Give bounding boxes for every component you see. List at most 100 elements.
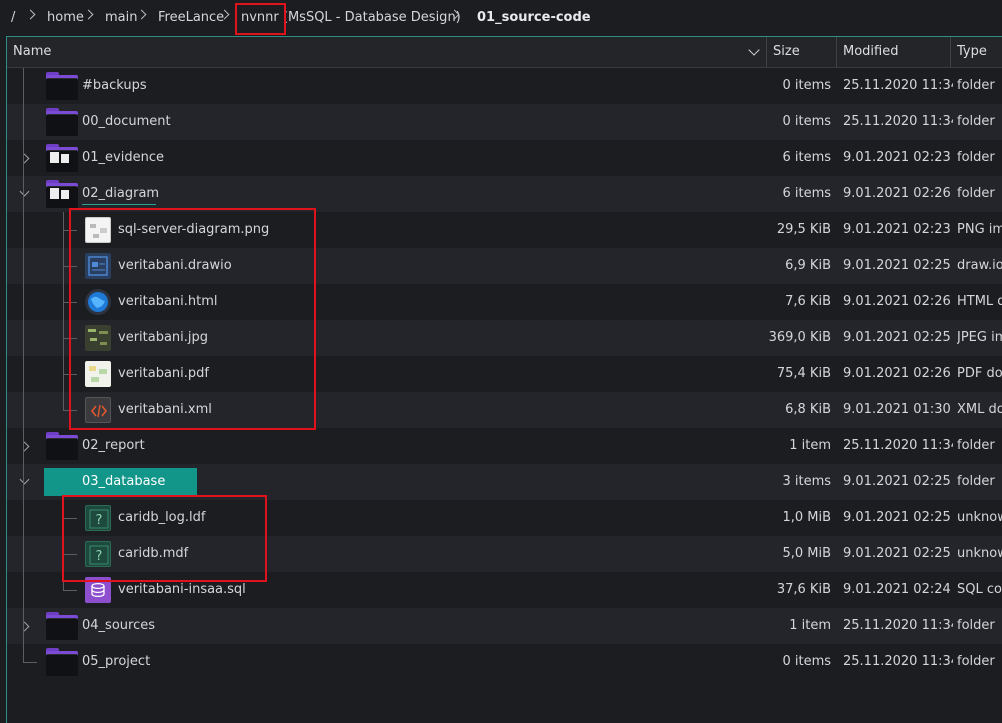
table-header: Name Size Modified Type (7, 37, 1002, 68)
folder-icon (46, 612, 78, 640)
file-type: folder (957, 78, 995, 93)
file-type: unknown (957, 510, 1002, 525)
file-modified: 9.01.2021 02:26 (843, 366, 951, 381)
file-size: 3 items (782, 474, 831, 489)
file-modified: 9.01.2021 02:26 (843, 294, 951, 309)
file-size: 7,6 KiB (785, 294, 831, 309)
file-type: PNG image (957, 222, 1002, 237)
file-type: folder (957, 654, 995, 669)
breadcrumb-main[interactable]: main (105, 10, 137, 25)
file-type: XML document (957, 402, 1002, 417)
file-size: 6,8 KiB (785, 402, 831, 417)
file-name[interactable]: 05_project (82, 644, 150, 680)
file-modified: 25.11.2020 11:34 (843, 654, 953, 669)
file-type: draw.io diagram (957, 258, 1002, 273)
tree-guide (23, 662, 37, 663)
file-size: 0 items (782, 78, 831, 93)
file-modified: 9.01.2021 02:25 (843, 258, 951, 273)
file-size: 1 item (789, 618, 831, 633)
file-size: 1,0 MiB (782, 510, 831, 525)
table-row[interactable]: 00_document 0 items 25.11.2020 11:34 folder (7, 104, 1002, 140)
file-size: 5,0 MiB (782, 546, 831, 561)
file-size: 0 items (782, 114, 831, 129)
column-header-name-label: Name (13, 44, 52, 59)
column-header-name[interactable]: Name (7, 37, 767, 67)
file-type: PDF document (957, 366, 1002, 381)
table-row[interactable]: #backups 0 items 25.11.2020 11:34 folder (7, 68, 1002, 104)
column-header-modified[interactable]: Modified (837, 37, 951, 67)
chevron-down-icon[interactable] (19, 474, 30, 485)
tree-guide (23, 68, 24, 662)
file-modified: 9.01.2021 02:26 (843, 186, 951, 201)
file-size: 0 items (782, 654, 831, 669)
file-modified: 9.01.2021 02:23 (843, 150, 951, 165)
chevron-right-icon[interactable] (19, 441, 30, 452)
chevron-right-icon[interactable] (19, 153, 30, 164)
file-modified: 25.11.2020 11:34 (843, 114, 953, 129)
file-modified: 9.01.2021 01:30 (843, 402, 951, 417)
table-row[interactable]: 01_evidence 6 items 9.01.2021 02:23 folder (7, 140, 1002, 176)
file-modified: 9.01.2021 02:25 (843, 546, 951, 561)
file-size: 29,5 KiB (776, 222, 831, 237)
file-type: unknown (957, 546, 1002, 561)
file-type: folder (957, 150, 995, 165)
column-header-type[interactable]: Type (951, 37, 1002, 67)
file-type: folder (957, 186, 995, 201)
file-size: 6 items (782, 186, 831, 201)
file-modified: 9.01.2021 02:25 (843, 474, 951, 489)
focus-underline (82, 204, 156, 205)
file-size: 369,0 KiB (768, 330, 831, 345)
file-size: 75,4 KiB (776, 366, 831, 381)
folder-icon (46, 72, 78, 100)
file-type: folder (957, 618, 995, 633)
file-modified: 9.01.2021 02:25 (843, 330, 951, 345)
folder-icon (46, 648, 78, 676)
breadcrumb-home[interactable]: home (47, 10, 84, 25)
file-size: 1 item (789, 438, 831, 453)
file-name[interactable]: #backups (82, 68, 147, 104)
file-modified: 25.11.2020 11:34 (843, 618, 953, 633)
chevron-down-icon[interactable] (19, 186, 30, 197)
table-row[interactable]: 02_diagram 6 items 9.01.2021 02:26 folder (7, 176, 1002, 212)
tree-guide (63, 212, 64, 410)
file-size: 6,9 KiB (785, 258, 831, 273)
file-name[interactable]: 01_evidence (82, 140, 164, 176)
file-name[interactable]: 02_diagram (82, 176, 159, 212)
chevron-right-icon (136, 9, 147, 20)
breadcrumb-root[interactable]: / (11, 10, 15, 25)
breadcrumb-current[interactable]: 01_source-code (477, 10, 591, 25)
folder-icon (46, 180, 78, 208)
chevron-right-icon (25, 9, 36, 20)
file-name[interactable]: 00_document (82, 104, 171, 140)
table-row[interactable]: 02_report 1 item 25.11.2020 11:34 folder (7, 428, 1002, 464)
file-size: 37,6 KiB (776, 582, 831, 597)
column-header-size[interactable]: Size (767, 37, 837, 67)
file-type: JPEG image (957, 330, 1002, 345)
chevron-right-icon (83, 9, 94, 20)
folder-icon (46, 108, 78, 136)
breadcrumb: / home main FreeLance nvnnr (MsSQL - Dat… (0, 0, 1002, 36)
breadcrumb-freelance[interactable]: FreeLance (158, 10, 224, 25)
file-name[interactable]: 04_sources (82, 608, 155, 644)
file-modified: 9.01.2021 02:25 (843, 510, 951, 525)
file-size: 6 items (782, 150, 831, 165)
table-row[interactable]: 05_project 0 items 25.11.2020 11:34 folder (7, 644, 1002, 680)
file-modified: 9.01.2021 02:24 (843, 582, 951, 597)
file-type: folder (957, 438, 995, 453)
tree-guide (63, 590, 77, 591)
file-type: folder (957, 114, 995, 129)
chevron-down-icon[interactable] (748, 44, 760, 56)
folder-icon (46, 432, 78, 460)
folder-icon (46, 144, 78, 172)
file-name[interactable]: 02_report (82, 428, 145, 464)
annotation-box-diagram-files (69, 208, 316, 430)
file-type: SQL code (957, 582, 1002, 597)
file-type: folder (957, 474, 995, 489)
file-type: HTML document (957, 294, 1002, 309)
table-row[interactable]: 04_sources 1 item 25.11.2020 11:34 folder (7, 608, 1002, 644)
file-modified: 25.11.2020 11:34 (843, 78, 953, 93)
file-modified: 9.01.2021 02:23 (843, 222, 951, 237)
annotation-box-breadcrumb (235, 3, 286, 35)
chevron-right-icon[interactable] (19, 621, 30, 632)
annotation-box-database-files (62, 495, 267, 582)
